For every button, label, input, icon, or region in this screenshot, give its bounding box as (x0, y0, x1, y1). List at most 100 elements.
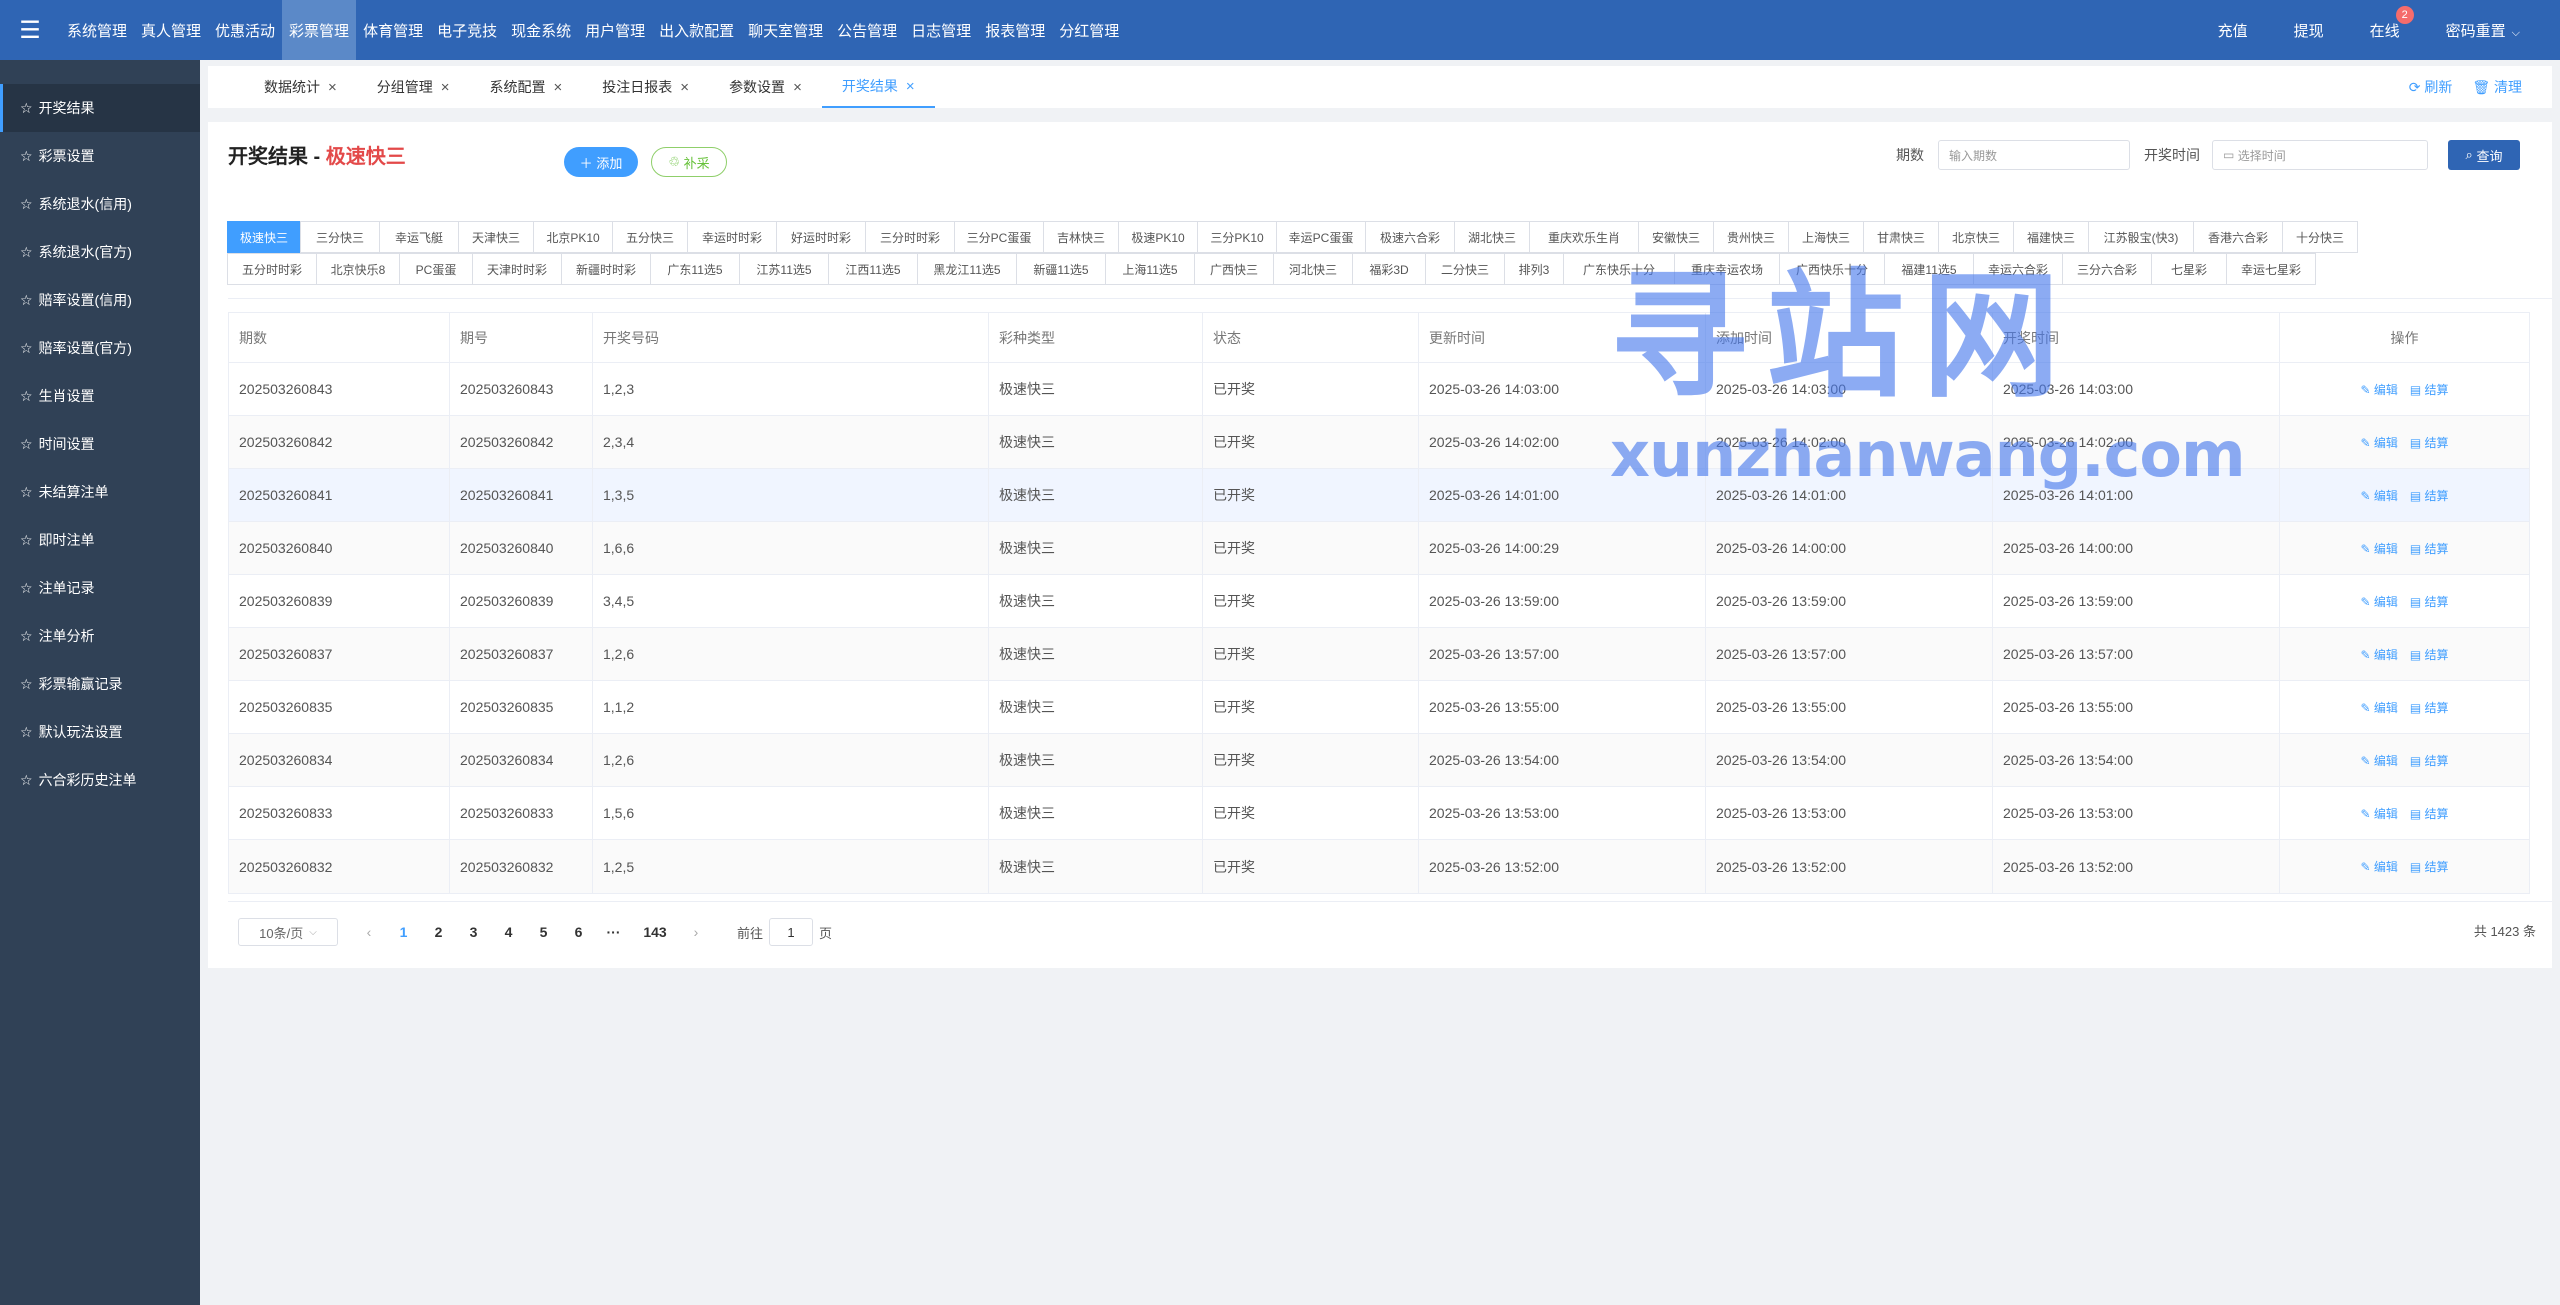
lottery-type-option[interactable]: 幸运时时彩 (687, 221, 777, 253)
lottery-type-option[interactable]: 广东11选5 (650, 253, 740, 285)
edit-button[interactable]: ✎ 编辑 (2360, 593, 2397, 610)
top-nav-item[interactable]: 彩票管理 (282, 0, 357, 60)
page-number[interactable]: 2 (421, 924, 456, 940)
lottery-type-option[interactable]: 河北快三 (1273, 253, 1353, 285)
lottery-type-option[interactable]: 黑龙江11选5 (917, 253, 1017, 285)
settle-button[interactable]: ▤ 结算 (2410, 487, 2449, 504)
lottery-type-option[interactable]: 甘肃快三 (1863, 221, 1939, 253)
close-icon[interactable]: × (906, 78, 915, 95)
edit-button[interactable]: ✎ 编辑 (2360, 752, 2397, 769)
top-nav-item[interactable]: 出入款配置 (652, 0, 741, 60)
lottery-type-option[interactable]: 新疆11选5 (1016, 253, 1106, 285)
hamburger-menu-icon[interactable]: ☰ (0, 0, 60, 60)
lottery-type-option[interactable]: 江苏11选5 (739, 253, 829, 285)
top-nav-item[interactable]: 分红管理 (1052, 0, 1126, 60)
top-nav-item[interactable]: 系统管理 (60, 0, 134, 60)
top-nav-item[interactable]: 体育管理 (356, 0, 430, 60)
lottery-type-option[interactable]: 三分PC蛋蛋 (954, 221, 1044, 253)
sidebar-item[interactable]: ☆ 系统退水(官方) (0, 228, 200, 276)
lottery-type-option[interactable]: 极速PK10 (1118, 221, 1198, 253)
edit-button[interactable]: ✎ 编辑 (2360, 858, 2397, 875)
edit-button[interactable]: ✎ 编辑 (2360, 699, 2397, 716)
lottery-type-option[interactable]: 三分PK10 (1197, 221, 1277, 253)
settle-button[interactable]: ▤ 结算 (2410, 593, 2449, 610)
lottery-type-option[interactable]: 重庆欢乐生肖 (1529, 221, 1639, 253)
top-nav-item[interactable]: 优惠活动 (208, 0, 282, 60)
sidebar-item[interactable]: ☆ 注单分析 (0, 612, 200, 660)
lottery-type-option[interactable]: 幸运六合彩 (1973, 253, 2063, 285)
sidebar-item[interactable]: ☆ 未结算注单 (0, 468, 200, 516)
lottery-type-option[interactable]: 广东快乐十分 (1563, 253, 1675, 285)
lottery-type-option[interactable]: 重庆幸运农场 (1674, 253, 1780, 285)
page-ellipsis[interactable]: ··· (596, 924, 631, 940)
lottery-type-option[interactable]: 吉林快三 (1043, 221, 1119, 253)
password-reset-dropdown[interactable]: 密码重置 ⌵ (2446, 20, 2520, 41)
close-icon[interactable]: × (554, 79, 563, 96)
lottery-type-option[interactable]: 安徽快三 (1638, 221, 1714, 253)
lottery-type-option[interactable]: 五分时时彩 (227, 253, 317, 285)
edit-button[interactable]: ✎ 编辑 (2360, 487, 2397, 504)
lottery-type-option[interactable]: 幸运PC蛋蛋 (1276, 221, 1366, 253)
sidebar-item[interactable]: ☆ 默认玩法设置 (0, 708, 200, 756)
tab[interactable]: 分组管理 × (357, 66, 470, 108)
settle-button[interactable]: ▤ 结算 (2410, 805, 2449, 822)
lottery-type-option[interactable]: 排列3 (1504, 253, 1564, 285)
lottery-type-option[interactable]: 七星彩 (2151, 253, 2227, 285)
lottery-type-option[interactable]: 好运时时彩 (776, 221, 866, 253)
close-icon[interactable]: × (441, 79, 450, 96)
lottery-type-option[interactable]: 五分快三 (612, 221, 688, 253)
sidebar-item[interactable]: ☆ 六合彩历史注单 (0, 756, 200, 804)
draw-time-picker[interactable]: ▭ 选择时间 (2212, 140, 2428, 170)
page-number[interactable]: 143 (631, 924, 679, 940)
lottery-type-option[interactable]: 新疆时时彩 (561, 253, 651, 285)
lottery-type-option[interactable]: 贵州快三 (1713, 221, 1789, 253)
close-icon[interactable]: × (793, 79, 802, 96)
lottery-type-option[interactable]: 十分快三 (2282, 221, 2358, 253)
lottery-type-option[interactable]: 极速六合彩 (1365, 221, 1455, 253)
lottery-type-option[interactable]: 江苏骰宝(快3) (2088, 221, 2194, 253)
tab[interactable]: 参数设置 × (709, 66, 822, 108)
top-nav-item[interactable]: 真人管理 (134, 0, 208, 60)
recharge-link[interactable]: 充值 (2218, 20, 2248, 41)
lottery-type-option[interactable]: 福彩3D (1352, 253, 1426, 285)
edit-button[interactable]: ✎ 编辑 (2360, 434, 2397, 451)
lottery-type-option[interactable]: 幸运飞艇 (379, 221, 459, 253)
sidebar-item[interactable]: ☆ 开奖结果 (0, 84, 200, 132)
settle-button[interactable]: ▤ 结算 (2410, 646, 2449, 663)
lottery-type-option[interactable]: 湖北快三 (1454, 221, 1530, 253)
page-size-select[interactable]: 10条/页 ⌵ (238, 918, 338, 946)
page-number[interactable]: 6 (561, 924, 596, 940)
lottery-type-option[interactable]: 天津时时彩 (472, 253, 562, 285)
settle-button[interactable]: ▤ 结算 (2410, 858, 2449, 875)
lottery-type-option[interactable]: 三分快三 (300, 221, 380, 253)
lottery-type-option[interactable]: 江西11选5 (828, 253, 918, 285)
close-icon[interactable]: × (328, 79, 337, 96)
goto-page-input[interactable]: 1 (769, 918, 814, 946)
top-nav-item[interactable]: 报表管理 (978, 0, 1052, 60)
top-nav-item[interactable]: 公告管理 (830, 0, 904, 60)
sidebar-item[interactable]: ☆ 赔率设置(信用) (0, 276, 200, 324)
lottery-type-option[interactable]: 北京PK10 (533, 221, 613, 253)
lottery-type-option[interactable]: 二分快三 (1425, 253, 1505, 285)
withdraw-link[interactable]: 提现 (2294, 20, 2324, 41)
lottery-type-option[interactable]: 上海快三 (1788, 221, 1864, 253)
lottery-type-option[interactable]: 天津快三 (458, 221, 534, 253)
tab[interactable]: 投注日报表 × (582, 66, 709, 108)
sidebar-item[interactable]: ☆ 赔率设置(官方) (0, 324, 200, 372)
prev-page-icon[interactable]: ‹ (352, 924, 386, 940)
lottery-type-option[interactable]: PC蛋蛋 (399, 253, 473, 285)
lottery-type-option[interactable]: 福建11选5 (1884, 253, 1974, 285)
edit-button[interactable]: ✎ 编辑 (2360, 540, 2397, 557)
page-number[interactable]: 1 (386, 924, 421, 940)
lottery-type-option[interactable]: 福建快三 (2013, 221, 2089, 253)
edit-button[interactable]: ✎ 编辑 (2360, 646, 2397, 663)
lottery-type-option[interactable]: 北京快乐8 (316, 253, 400, 285)
settle-button[interactable]: ▤ 结算 (2410, 434, 2449, 451)
add-button[interactable]: ＋ 添加 (564, 147, 638, 177)
lottery-type-option[interactable]: 广西快乐十分 (1779, 253, 1885, 285)
sidebar-item[interactable]: ☆ 注单记录 (0, 564, 200, 612)
page-number[interactable]: 5 (526, 924, 561, 940)
close-icon[interactable]: × (680, 79, 689, 96)
lottery-type-option[interactable]: 幸运七星彩 (2226, 253, 2316, 285)
online-link[interactable]: 在线 2 (2370, 5, 2414, 41)
